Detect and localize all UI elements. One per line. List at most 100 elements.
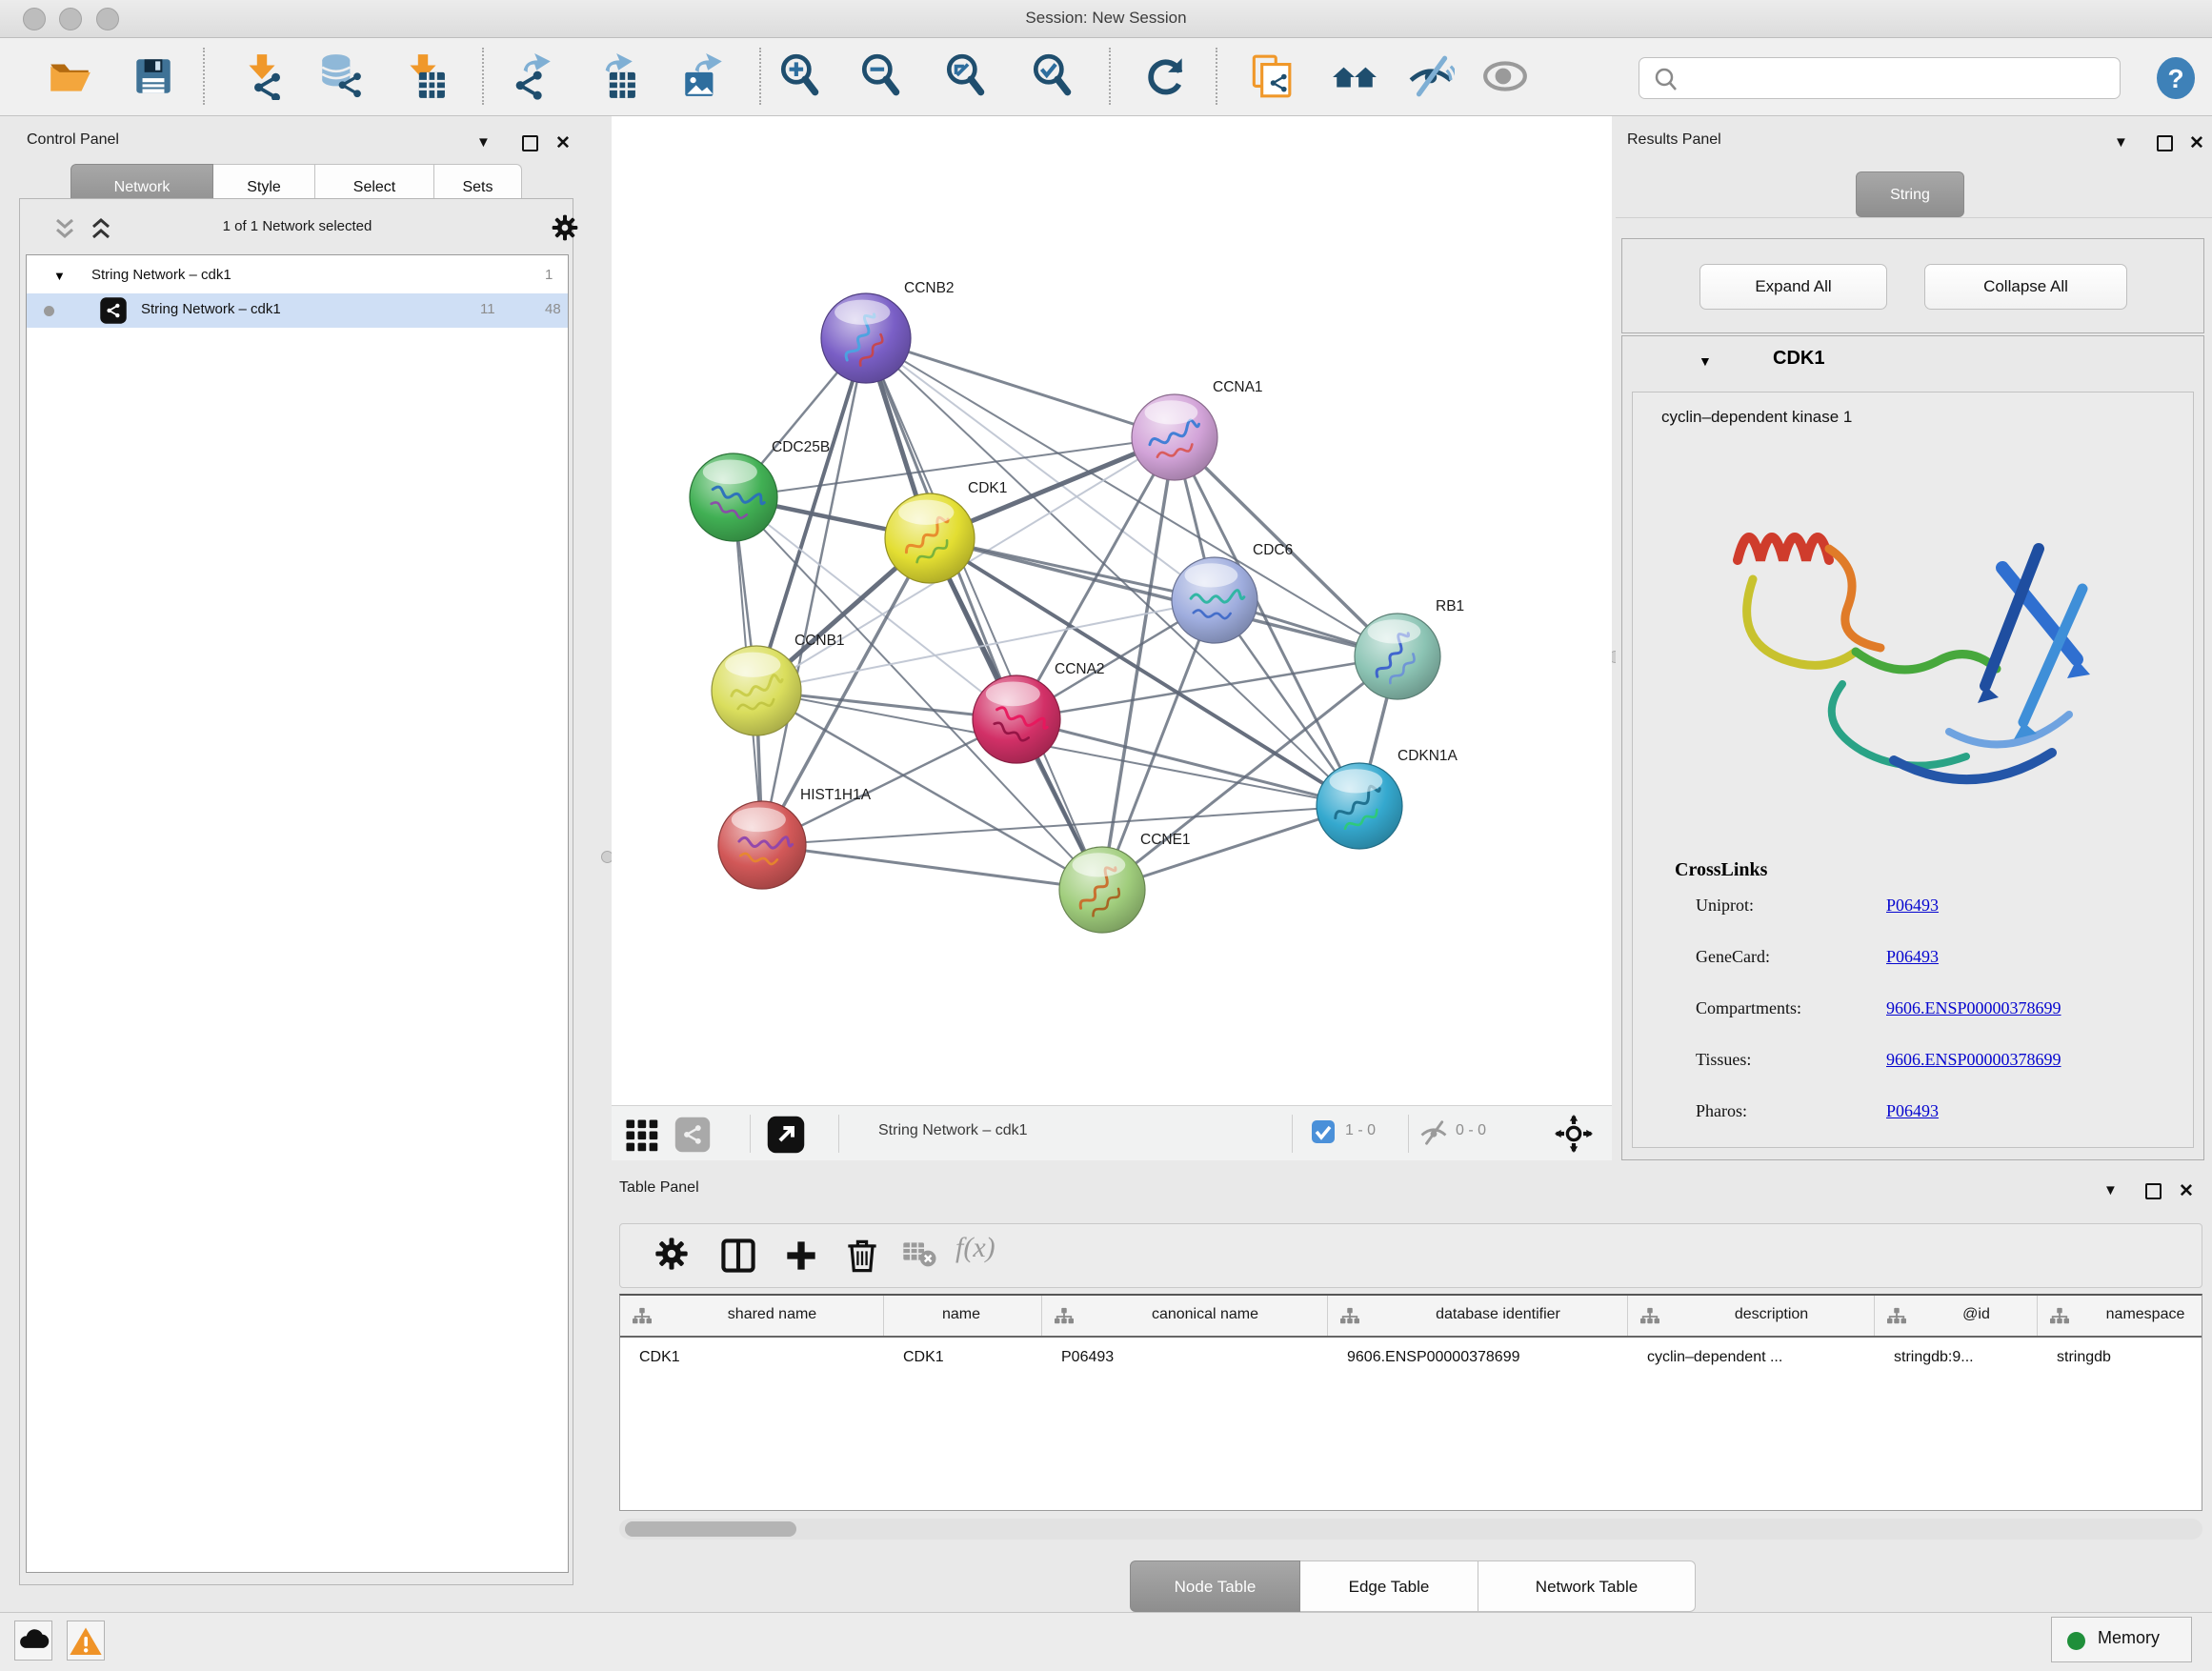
network-share-icon[interactable]	[674, 1117, 711, 1158]
table-panel-close-icon[interactable]: ✕	[2179, 1180, 2194, 1202]
column-type-icon	[1886, 1307, 1907, 1331]
edge-CCNB2-CCNA1[interactable]	[866, 338, 1175, 437]
control-panel-float-icon[interactable]	[522, 135, 538, 151]
edge-CDK1-RB1[interactable]	[930, 538, 1398, 656]
save-session-icon[interactable]	[130, 52, 177, 100]
zoom-selected-icon[interactable]	[1029, 52, 1076, 100]
edge-CCNB2-CCNE1[interactable]	[866, 338, 1102, 890]
table-panel-float-icon[interactable]	[2145, 1183, 2162, 1199]
table-cell: stringdb	[2057, 1349, 2207, 1366]
crosslink-link[interactable]: P06493	[1886, 896, 1939, 916]
birds-eye-crosshair-icon[interactable]	[1555, 1115, 1593, 1158]
scrollbar-thumb[interactable]	[625, 1521, 796, 1537]
hide-selected-icon[interactable]	[1407, 52, 1455, 100]
node-CDK1[interactable]: CDK1	[885, 480, 1007, 583]
table-row[interactable]: CDK1CDK1P064939606.ENSP00000378699cyclin…	[620, 1339, 2202, 1381]
column-type-icon	[1639, 1307, 1660, 1331]
zoom-fit-icon[interactable]	[942, 52, 990, 100]
memory-button[interactable]: Memory	[2051, 1617, 2192, 1662]
table-panel-menu-arrow-icon[interactable]: ▼	[2103, 1182, 2118, 1198]
edge-CCNB2-HIST1H1A[interactable]	[762, 338, 866, 845]
tab-network-table[interactable]: Network Table	[1478, 1560, 1696, 1612]
column-header-name[interactable]: name	[884, 1296, 1042, 1338]
network-collection-row[interactable]: ▼ String Network – cdk1 1	[27, 259, 568, 293]
import-network-file-icon[interactable]	[238, 52, 286, 100]
column-header-sharedname[interactable]: shared name	[620, 1296, 884, 1338]
results-panel-close-icon[interactable]: ✕	[2189, 132, 2204, 154]
update-network-icon[interactable]	[1142, 52, 1190, 100]
protein-name: CDK1	[1773, 348, 1824, 370]
node-RB1[interactable]: RB1	[1355, 598, 1464, 699]
open-session-icon[interactable]	[46, 52, 93, 100]
expand-all-button[interactable]: Expand All	[1699, 264, 1887, 310]
add-column-icon[interactable]	[780, 1235, 822, 1277]
results-panel-menu-arrow-icon[interactable]: ▼	[2114, 134, 2128, 151]
zoom-out-icon[interactable]	[857, 52, 905, 100]
collection-expand-arrow-icon[interactable]: ▼	[53, 269, 66, 283]
node-CCNA1[interactable]: CCNA1	[1132, 379, 1263, 480]
control-panel-menu-arrow-icon[interactable]: ▼	[476, 134, 491, 151]
node-CCNB2[interactable]: CCNB2	[821, 280, 955, 383]
table-options-gear-icon[interactable]	[653, 1235, 694, 1277]
cloud-button[interactable]	[14, 1621, 52, 1661]
column-header-databaseidentifier[interactable]: database identifier	[1328, 1296, 1628, 1338]
protein-collapse-arrow-icon[interactable]: ▼	[1699, 353, 1712, 369]
column-header-description[interactable]: description	[1628, 1296, 1875, 1338]
column-header-id[interactable]: @id	[1875, 1296, 2038, 1338]
node-HIST1H1A[interactable]: HIST1H1A	[718, 787, 872, 889]
detach-view-icon[interactable]	[766, 1115, 806, 1159]
tab-node-table[interactable]: Node Table	[1130, 1560, 1300, 1612]
network-tab-panel: 1 of 1 Network selected ▼ String Network…	[19, 198, 573, 1585]
network-view-canvas[interactable]: CCNB2CCNA1CDC25BCDK1CDC6RB1CCNB1CCNA2CDK…	[612, 116, 1612, 1105]
crosslink-link[interactable]: P06493	[1886, 1101, 1939, 1121]
crosslink-label: Compartments:	[1696, 998, 1801, 1018]
table-toolbar: f(x)	[619, 1223, 2202, 1288]
show-all-icon[interactable]	[1481, 52, 1529, 100]
column-header-label: canonical name	[1086, 1306, 1324, 1323]
column-header-label: name	[884, 1306, 1038, 1323]
grid-view-icon[interactable]	[623, 1117, 659, 1158]
zoom-in-icon[interactable]	[776, 52, 824, 100]
show-columns-icon[interactable]	[717, 1235, 759, 1277]
tab-string[interactable]: String	[1856, 171, 1964, 217]
export-table-icon[interactable]	[590, 52, 637, 100]
toolbar-separator	[1109, 48, 1111, 105]
table-horizontal-scrollbar[interactable]	[619, 1519, 2202, 1540]
crosslink-link[interactable]: 9606.ENSP00000378699	[1886, 998, 2061, 1018]
node-label-CCNB1: CCNB1	[794, 633, 845, 649]
node-label-HIST1H1A: HIST1H1A	[800, 787, 872, 803]
import-table-file-icon[interactable]	[399, 52, 447, 100]
export-image-icon[interactable]	[679, 52, 727, 100]
current-network-dot-icon	[44, 306, 54, 316]
node-CCNB1[interactable]: CCNB1	[712, 633, 845, 735]
copy-network-icon[interactable]	[1246, 52, 1294, 100]
column-header-canonicalname[interactable]: canonical name	[1042, 1296, 1328, 1338]
warning-button[interactable]	[67, 1621, 105, 1661]
crosslink-link[interactable]: P06493	[1886, 947, 1939, 967]
edge-CDKN1A-HIST1H1A[interactable]	[762, 806, 1359, 845]
collapse-all-button[interactable]: Collapse All	[1924, 264, 2127, 310]
network-selection-status: 1 of 1 Network selected	[20, 218, 574, 234]
results-panel-float-icon[interactable]	[2157, 135, 2173, 151]
selected-checkbox-icon[interactable]	[1311, 1119, 1336, 1149]
column-header-namespace[interactable]: namespace	[2038, 1296, 2202, 1338]
tab-edge-table[interactable]: Edge Table	[1300, 1560, 1478, 1612]
table-cell: P06493	[1061, 1349, 1322, 1366]
search-box[interactable]	[1639, 57, 2121, 99]
control-panel-close-icon[interactable]: ✕	[555, 132, 571, 154]
network-row-selected[interactable]: String Network – cdk1 11 48	[27, 293, 568, 328]
help-button[interactable]: ?	[2155, 56, 2197, 100]
crosslink-row: Pharos:P06493	[1696, 1101, 2191, 1139]
delete-column-icon[interactable]	[841, 1235, 883, 1277]
first-neighbors-icon[interactable]	[1331, 52, 1378, 100]
search-input[interactable]	[1683, 60, 2112, 96]
table-cell: cyclin–dependent ...	[1647, 1349, 1869, 1366]
node-label-CDC6: CDC6	[1253, 542, 1293, 558]
export-network-icon[interactable]	[508, 52, 555, 100]
edge-HIST1H1A-CCNE1[interactable]	[762, 845, 1102, 890]
import-network-database-icon[interactable]	[317, 52, 365, 100]
crosslink-link[interactable]: 9606.ENSP00000378699	[1886, 1050, 2061, 1070]
node-CCNA2[interactable]: CCNA2	[973, 661, 1105, 763]
network-options-gear-icon[interactable]	[550, 212, 580, 248]
node-label-CCNB2: CCNB2	[904, 280, 955, 296]
